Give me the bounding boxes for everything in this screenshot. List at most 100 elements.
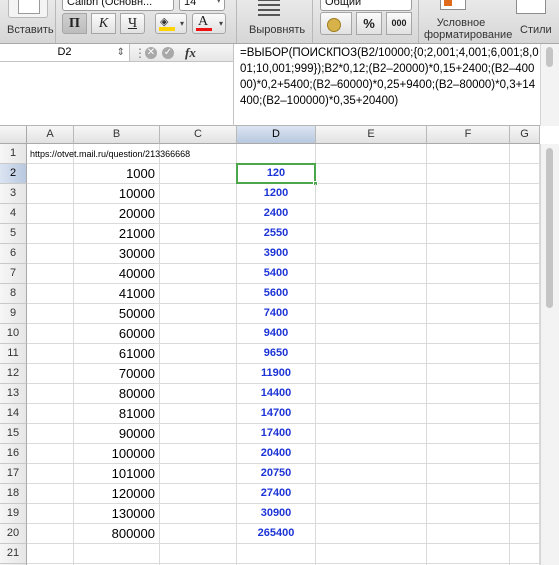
cell-a20[interactable] [27, 524, 74, 544]
percent-format-button[interactable]: % [356, 12, 382, 35]
cell-c9[interactable] [160, 304, 237, 324]
cell-c11[interactable] [160, 344, 237, 364]
cell-b10[interactable]: 60000 [74, 324, 160, 344]
cell-g21[interactable] [510, 544, 540, 564]
cell-c6[interactable] [160, 244, 237, 264]
cell-d14[interactable]: 14700 [237, 404, 316, 424]
cell-c12[interactable] [160, 364, 237, 384]
fx-icon[interactable]: fx [185, 45, 196, 61]
cell-b7[interactable]: 40000 [74, 264, 160, 284]
row-header[interactable]: 7 [0, 264, 27, 284]
cell-e20[interactable] [316, 524, 427, 544]
cell-e13[interactable] [316, 384, 427, 404]
row-header[interactable]: 5 [0, 224, 27, 244]
cell-d8[interactable]: 5600 [237, 284, 316, 304]
cell-g20[interactable] [510, 524, 540, 544]
font-size-select[interactable]: 14 ▾ [179, 0, 225, 11]
cell-e10[interactable] [316, 324, 427, 344]
cell-e19[interactable] [316, 504, 427, 524]
cell-e6[interactable] [316, 244, 427, 264]
cell-b16[interactable]: 100000 [74, 444, 160, 464]
cell-c17[interactable] [160, 464, 237, 484]
cell-g18[interactable] [510, 484, 540, 504]
row-header[interactable]: 12 [0, 364, 27, 384]
cell-e16[interactable] [316, 444, 427, 464]
row-header[interactable]: 15 [0, 424, 27, 444]
cell-g13[interactable] [510, 384, 540, 404]
cell-g3[interactable] [510, 184, 540, 204]
cell-b8[interactable]: 41000 [74, 284, 160, 304]
cell-a14[interactable] [27, 404, 74, 424]
cell-a18[interactable] [27, 484, 74, 504]
row-header[interactable]: 8 [0, 284, 27, 304]
column-header-e[interactable]: E [316, 126, 427, 144]
cell-a19[interactable] [27, 504, 74, 524]
cell-e1[interactable] [316, 144, 427, 164]
cell-f18[interactable] [427, 484, 510, 504]
row-header[interactable]: 13 [0, 384, 27, 404]
cell-g2[interactable] [510, 164, 540, 184]
column-header-f[interactable]: F [427, 126, 510, 144]
cell-f3[interactable] [427, 184, 510, 204]
cell-f5[interactable] [427, 224, 510, 244]
cell-e18[interactable] [316, 484, 427, 504]
cell-d2[interactable]: 120 [237, 164, 316, 184]
cell-d12[interactable]: 11900 [237, 364, 316, 384]
font-color-button[interactable]: A ▾ [192, 13, 226, 34]
font-name-select[interactable]: Calibri (Основн... [62, 0, 174, 11]
cell-a15[interactable] [27, 424, 74, 444]
cell-d21[interactable] [237, 544, 316, 564]
row-header[interactable]: 9 [0, 304, 27, 324]
cell-a12[interactable] [27, 364, 74, 384]
cell-a21[interactable] [27, 544, 74, 564]
cell-c15[interactable] [160, 424, 237, 444]
cell-c14[interactable] [160, 404, 237, 424]
cell-f12[interactable] [427, 364, 510, 384]
cell-d7[interactable]: 5400 [237, 264, 316, 284]
align-button-label[interactable]: Выровнять [249, 24, 305, 36]
cell-g1[interactable] [510, 144, 540, 164]
row-header[interactable]: 14 [0, 404, 27, 424]
row-header[interactable]: 20 [0, 524, 27, 544]
cell-f10[interactable] [427, 324, 510, 344]
column-header-b[interactable]: B [74, 126, 160, 144]
cell-a6[interactable] [27, 244, 74, 264]
cell-f2[interactable] [427, 164, 510, 184]
cell-a17[interactable] [27, 464, 74, 484]
column-header-g[interactable]: G [510, 126, 540, 144]
confirm-icon[interactable]: ✓ [162, 47, 174, 59]
cell-g14[interactable] [510, 404, 540, 424]
cell-a9[interactable] [27, 304, 74, 324]
cell-b15[interactable]: 90000 [74, 424, 160, 444]
cell-g19[interactable] [510, 504, 540, 524]
thousands-format-button[interactable]: 000 [386, 12, 412, 35]
cell-e15[interactable] [316, 424, 427, 444]
cell-b4[interactable]: 20000 [74, 204, 160, 224]
row-header[interactable]: 3 [0, 184, 27, 204]
cell-b9[interactable]: 50000 [74, 304, 160, 324]
cell-c4[interactable] [160, 204, 237, 224]
italic-button[interactable]: К [91, 13, 116, 34]
cell-d1[interactable] [237, 144, 316, 164]
align-icon[interactable] [256, 0, 282, 16]
underline-button[interactable]: Ч [120, 13, 145, 34]
cell-c8[interactable] [160, 284, 237, 304]
cell-g16[interactable] [510, 444, 540, 464]
cell-f8[interactable] [427, 284, 510, 304]
row-header[interactable]: 6 [0, 244, 27, 264]
cell-b14[interactable]: 81000 [74, 404, 160, 424]
cell-c2[interactable] [160, 164, 237, 184]
cell-d17[interactable]: 20750 [237, 464, 316, 484]
row-header[interactable]: 2 [0, 164, 27, 184]
cell-c20[interactable] [160, 524, 237, 544]
conditional-formatting-icon[interactable] [426, 0, 490, 12]
styles-icon[interactable] [516, 0, 546, 14]
cell-g10[interactable] [510, 324, 540, 344]
cell-g6[interactable] [510, 244, 540, 264]
cell-d13[interactable]: 14400 [237, 384, 316, 404]
currency-format-button[interactable] [320, 12, 352, 35]
cell-c7[interactable] [160, 264, 237, 284]
row-header[interactable]: 19 [0, 504, 27, 524]
cell-a8[interactable] [27, 284, 74, 304]
row-header[interactable]: 18 [0, 484, 27, 504]
